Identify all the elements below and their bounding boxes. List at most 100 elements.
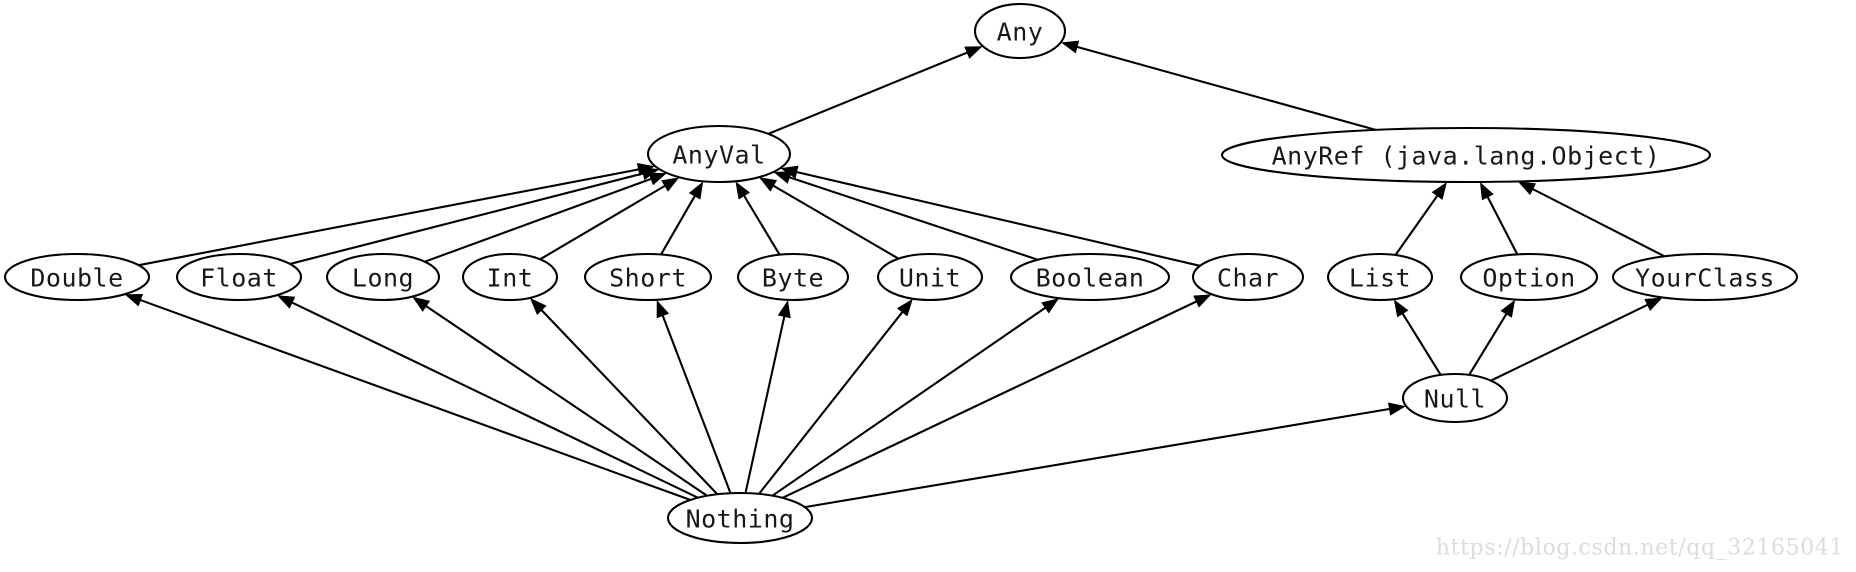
edge-line [804,407,1393,509]
edge-double-to-anyval [138,162,655,267]
node-any[interactable]: Any [973,2,1067,60]
edge-line [741,192,781,256]
node-list[interactable]: List [1326,252,1434,302]
edge-boolean-to-anyval [773,171,1039,261]
node-label: Any [997,18,1044,47]
edge-yourclass-to-anyref [1517,181,1666,258]
arrow-head-icon [1041,298,1060,314]
arrow-head-icon [1517,181,1537,196]
edge-line [660,192,698,256]
arrow-head-icon [688,181,704,200]
edge-list-to-anyref [1394,182,1447,256]
node-double[interactable]: Double [3,252,151,302]
edge-char-to-anyval [780,165,1201,267]
type-hierarchy-graph: Any AnyVal AnyRef (java.lang.Object) Double… [3,2,1844,561]
edge-line [771,305,1049,497]
node-label: Boolean [1036,264,1145,293]
node-anyval[interactable]: AnyVal [646,124,792,184]
node-yourclass[interactable]: YourClass [1611,252,1799,302]
node-label: Int [487,264,534,293]
node-long[interactable]: Long [325,252,441,302]
node-char[interactable]: Char [1191,252,1305,302]
edge-null-to-list [1393,299,1442,376]
node-label: Nothing [686,505,795,534]
node-int[interactable]: Int [461,252,559,302]
node-null[interactable]: Null [1401,372,1509,424]
edge-line [1485,193,1519,255]
node-byte[interactable]: Byte [736,252,850,302]
arrow-head-icon [1500,299,1516,318]
node-label: Long [352,264,414,293]
edge-nothing-to-boolean [771,298,1060,497]
edge-line [793,170,1201,267]
edge-line [770,183,900,260]
node-label: AnyVal [672,141,765,170]
arrow-head-icon [277,295,296,309]
edge-line [744,313,786,494]
node-label: List [1349,264,1411,293]
node-label: YourClass [1635,264,1775,293]
edge-line [1400,310,1442,376]
edge-line [786,175,1039,261]
edge-line [1468,310,1509,376]
edge-short-to-anyval [660,181,704,256]
edge-nothing-to-long [412,296,708,497]
watermark-text: https://blog.csdn.net/qq_32165041 [1436,536,1844,561]
edge-float-to-anyval [289,167,660,265]
edge-line [289,300,699,499]
edge-line [289,171,647,265]
arrow-head-icon [964,46,983,59]
edge-line [782,299,1200,499]
edge-nothing-to-short [656,299,732,494]
edge-line [1490,302,1651,382]
edge-line [1394,192,1440,256]
arrow-head-icon [1060,40,1080,54]
node-unit[interactable]: Unit [876,252,984,302]
node-boolean[interactable]: Boolean [1009,252,1171,302]
arrow-head-icon [777,300,791,319]
arrow-head-icon [656,299,670,319]
node-label: Short [609,264,687,293]
diagram-canvas: Any AnyVal AnyRef (java.lang.Object) Double… [0,0,1856,572]
edge-int-to-anyval [539,177,680,261]
node-label: Byte [762,264,824,293]
arrow-head-icon [124,293,144,307]
arrow-head-icon [1479,182,1494,201]
edge-null-to-yourclass [1490,297,1663,382]
edge-line [767,50,971,135]
edge-nothing-to-char [782,294,1212,499]
arrow-head-icon [735,181,750,200]
arrow-head-icon [758,177,778,192]
arrow-head-icon [1393,299,1409,318]
node-label: Char [1217,264,1279,293]
edge-line [1529,186,1666,258]
edge-line [1074,45,1377,131]
node-anyref[interactable]: AnyRef (java.lang.Object) [1220,126,1712,184]
edge-line [138,167,642,267]
node-label: Null [1424,385,1486,414]
node-label: Double [30,264,123,293]
node-label: Float [200,264,278,293]
edge-line [423,303,708,497]
edge-anyref-to-any [1060,40,1377,131]
edge-option-to-anyref [1479,182,1519,255]
edge-line [137,298,691,501]
arrow-head-icon [412,296,431,312]
edge-anyval-to-any [767,46,983,135]
arrow-head-icon [1387,402,1406,416]
node-nothing[interactable]: Nothing [666,491,814,545]
node-short[interactable]: Short [583,252,713,302]
nodes-layer: Any AnyVal AnyRef (java.lang.Object) Double… [3,2,1799,545]
arrow-head-icon [1193,294,1212,308]
node-option[interactable]: Option [1459,252,1599,302]
edge-nothing-to-float [277,295,699,499]
edge-byte-to-anyval [735,181,781,256]
edge-null-to-option [1468,299,1516,376]
node-label: Unit [899,264,961,293]
node-label: AnyRef (java.lang.Object) [1272,142,1661,171]
edge-nothing-to-double [124,293,691,501]
edge-line [660,312,732,494]
arrow-head-icon [896,298,913,317]
arrow-head-icon [1644,297,1663,311]
node-float[interactable]: Float [175,252,303,302]
